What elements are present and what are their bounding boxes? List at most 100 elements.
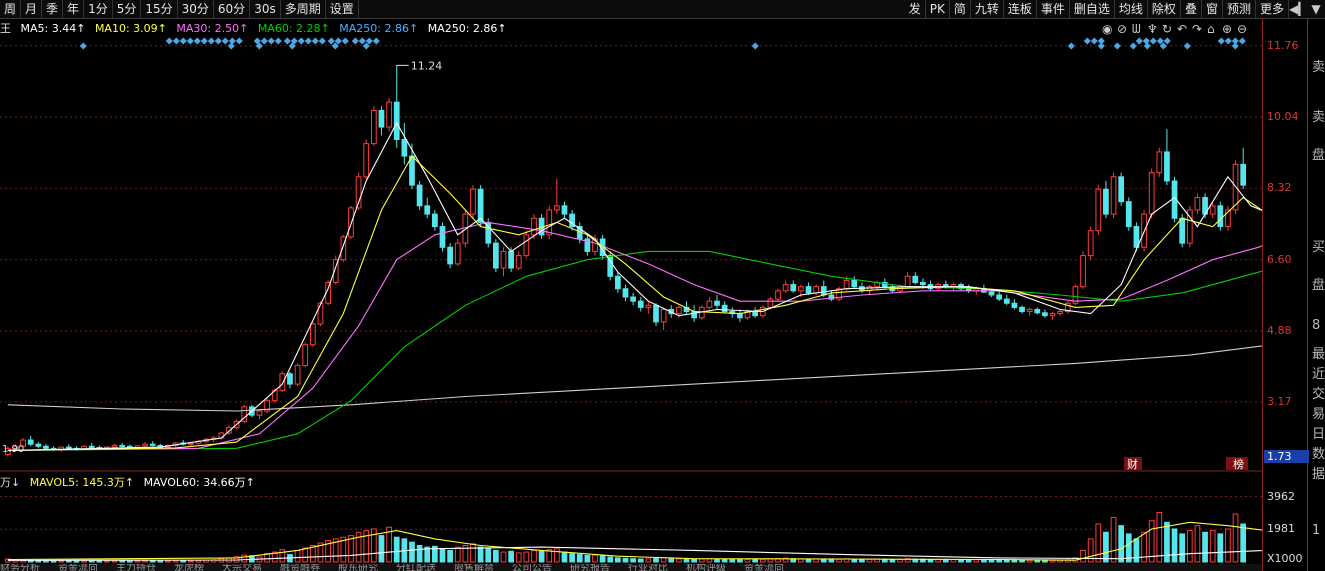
side-tab-10[interactable]: 日 bbox=[1312, 423, 1325, 442]
bottom-tab-8[interactable]: 限售解禁 bbox=[454, 564, 494, 571]
volume-bar bbox=[630, 558, 636, 563]
pin-icon[interactable]: ◀▎ bbox=[1289, 0, 1307, 18]
side-tab-13[interactable]: 1 bbox=[1312, 523, 1320, 538]
bottom-tab-4[interactable]: 大宗交易 bbox=[222, 564, 262, 571]
candle-body bbox=[454, 242, 461, 265]
undo-icon: ↶ bbox=[1177, 22, 1187, 36]
signal-diamond bbox=[207, 37, 215, 45]
signal-diamond bbox=[186, 37, 194, 45]
eye-icon: ◉ bbox=[1102, 22, 1112, 36]
signal-diamond bbox=[351, 37, 359, 45]
volume-bar bbox=[302, 547, 309, 563]
candle-body bbox=[470, 188, 476, 215]
volume-bar bbox=[485, 548, 492, 563]
volume-bar bbox=[515, 552, 522, 563]
candle-body bbox=[409, 155, 415, 186]
volume-bar bbox=[43, 560, 49, 563]
signal-diamond bbox=[214, 37, 222, 45]
volume-bar bbox=[1133, 538, 1140, 563]
low-label: 1.90 bbox=[2, 444, 24, 455]
candle-body bbox=[370, 109, 377, 145]
candle-body bbox=[439, 226, 446, 248]
volume-bar bbox=[500, 551, 507, 563]
price-tick-label: 3.17 bbox=[1267, 394, 1292, 408]
bottom-tab-13[interactable]: 资金流向 bbox=[744, 564, 784, 571]
candle-body bbox=[1057, 311, 1064, 315]
volume-bar bbox=[58, 560, 65, 563]
side-tab-7[interactable]: 近 bbox=[1312, 363, 1325, 382]
candle-body bbox=[142, 443, 148, 447]
candle-body bbox=[1110, 176, 1117, 215]
signal-diamond bbox=[165, 37, 173, 45]
side-tab-12[interactable]: 据 bbox=[1312, 463, 1325, 482]
signal-diamond bbox=[193, 37, 201, 45]
bottom-tab-7[interactable]: 分红配送 bbox=[396, 564, 436, 571]
volume-bar bbox=[172, 560, 179, 563]
candle-body bbox=[416, 184, 423, 207]
bottom-tab-11[interactable]: 行业对比 bbox=[628, 564, 668, 571]
signal-diamond bbox=[200, 37, 208, 45]
side-tab-9[interactable]: 易 bbox=[1312, 403, 1325, 422]
bottom-tab-12[interactable]: 机构评级 bbox=[686, 564, 726, 571]
volume-bar bbox=[1156, 511, 1163, 563]
side-tab-2[interactable]: 盘 bbox=[1312, 144, 1325, 163]
candle-body bbox=[1217, 205, 1224, 228]
volume-bar bbox=[294, 549, 301, 563]
side-tab-0[interactable]: 卖 bbox=[1312, 56, 1325, 75]
side-tab-1[interactable]: 卖 bbox=[1312, 106, 1325, 125]
side-tab-8[interactable]: 交 bbox=[1312, 383, 1325, 402]
candle-body bbox=[1095, 188, 1102, 232]
candle-body bbox=[1034, 308, 1041, 314]
signal-diamond bbox=[318, 37, 326, 45]
candle-body bbox=[149, 443, 156, 446]
volume-bar bbox=[111, 560, 118, 563]
candle-body bbox=[378, 109, 385, 128]
candle-body bbox=[1240, 163, 1247, 186]
signal-diamond bbox=[1163, 37, 1171, 45]
volume-bar bbox=[881, 558, 888, 563]
side-tab-6[interactable]: 最 bbox=[1312, 343, 1325, 362]
candle-body bbox=[309, 323, 316, 346]
volume-bar bbox=[721, 558, 728, 563]
bottom-tab-9[interactable]: 公司公告 bbox=[512, 564, 552, 571]
volume-bar bbox=[1110, 516, 1117, 563]
volume-bar bbox=[531, 549, 537, 563]
candle-body bbox=[531, 217, 537, 236]
signal-diamond bbox=[327, 37, 335, 45]
candle-body bbox=[1087, 230, 1094, 257]
candle-body bbox=[798, 286, 804, 292]
kline-chart[interactable]: 11.24 1.90 财 榜 ◉ ⊘ ᗯ ♆ ↻ ↶ ↷ ⌂ ⊕ ⊖ bbox=[0, 0, 1262, 571]
volume-bar bbox=[805, 558, 812, 563]
dropdown-arrow-icon[interactable]: ▼ bbox=[1307, 0, 1325, 18]
bottom-tab-1[interactable]: 资金流向 bbox=[58, 564, 98, 571]
bottom-tab-6[interactable]: 股东研究 bbox=[338, 564, 378, 571]
candle-body bbox=[431, 213, 438, 228]
candle-body bbox=[393, 101, 400, 140]
side-tab-5[interactable]: 8 bbox=[1312, 318, 1320, 333]
candle-body bbox=[805, 286, 812, 294]
bottom-tab-3[interactable]: 龙虎榜 bbox=[174, 564, 204, 571]
candle-body bbox=[1179, 217, 1186, 244]
candle-body bbox=[630, 296, 636, 302]
bottom-tab-2[interactable]: 主力持仓 bbox=[116, 564, 156, 571]
candle-body bbox=[386, 101, 392, 128]
volume-bar bbox=[584, 554, 591, 563]
signal-diamond bbox=[1083, 37, 1091, 45]
bottom-tab-0[interactable]: 财务分析 bbox=[0, 564, 40, 571]
volume-bar bbox=[1042, 560, 1048, 563]
candle-body bbox=[775, 290, 781, 300]
volume-bar bbox=[241, 554, 248, 563]
volume-bar bbox=[165, 560, 171, 563]
side-tab-11[interactable]: 数 bbox=[1312, 443, 1325, 462]
signal-diamond bbox=[267, 37, 275, 45]
anchor-icon: ♆ bbox=[1147, 22, 1158, 36]
volume-bar bbox=[1011, 559, 1018, 563]
bottom-tab-5[interactable]: 融资融券 bbox=[280, 564, 320, 571]
volume-bar bbox=[477, 546, 484, 563]
bottom-tab-10[interactable]: 研究报告 bbox=[570, 564, 610, 571]
signal-diamond bbox=[221, 37, 229, 45]
candle-body bbox=[447, 246, 453, 265]
volume-bar bbox=[1209, 530, 1216, 563]
side-tab-3[interactable]: 买 bbox=[1312, 236, 1325, 255]
side-tab-4[interactable]: 盘 bbox=[1312, 274, 1325, 293]
